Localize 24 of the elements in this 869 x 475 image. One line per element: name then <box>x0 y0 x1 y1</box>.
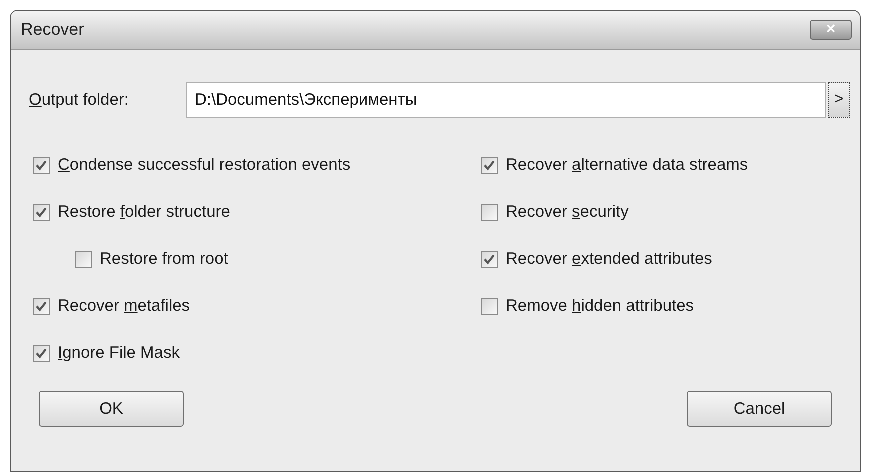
option-label[interactable]: Restore folder structure <box>58 203 230 222</box>
option-label[interactable]: Restore from root <box>100 250 228 269</box>
input-field[interactable]: D:\Documents\Эксперименты <box>186 82 826 118</box>
checkbox[interactable] <box>33 157 50 174</box>
option-label[interactable]: Recover security <box>506 203 629 222</box>
checkbox[interactable] <box>481 251 498 268</box>
option-label[interactable]: Recover metafiles <box>58 297 190 316</box>
checkbox[interactable] <box>75 251 92 268</box>
window-title: Recover <box>21 20 84 40</box>
dialog-button[interactable]: OK <box>39 391 184 427</box>
checkbox[interactable] <box>481 204 498 221</box>
checkbox[interactable] <box>33 345 50 362</box>
checkbox[interactable] <box>33 298 50 315</box>
option-label[interactable]: Ignore File Mask <box>58 344 180 363</box>
option-label[interactable]: Recover extended attributes <box>506 250 712 269</box>
browse-button[interactable]: > <box>828 82 850 118</box>
checkbox[interactable] <box>481 298 498 315</box>
dialog-button[interactable]: Cancel <box>687 391 832 427</box>
option-label[interactable]: Recover alternative data streams <box>506 156 748 175</box>
checkbox[interactable] <box>481 157 498 174</box>
field-label: Output folder: <box>29 90 130 110</box>
option-label[interactable]: Condense successful restoration events <box>58 156 351 175</box>
checkbox[interactable] <box>33 204 50 221</box>
option-label[interactable]: Remove hidden attributes <box>506 297 694 316</box>
